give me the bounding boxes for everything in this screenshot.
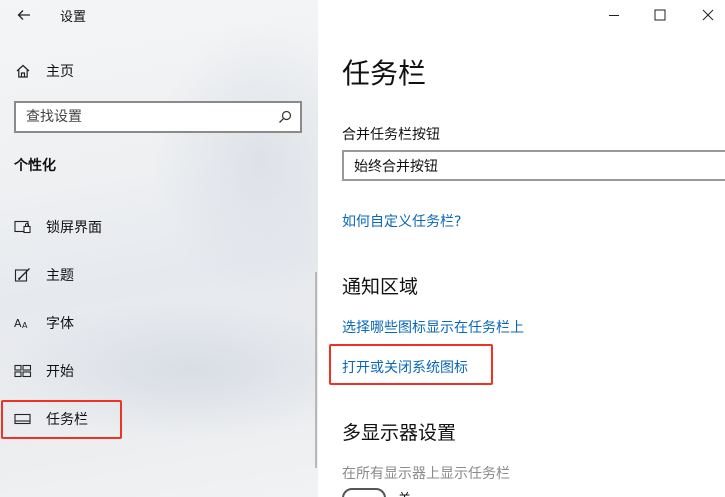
sidebar-item-taskbar[interactable]: 任务栏	[0, 401, 300, 437]
close-icon	[702, 9, 714, 21]
search-box[interactable]	[14, 101, 302, 133]
notification-area-heading: 通知区域	[342, 276, 419, 298]
maximize-icon	[654, 9, 666, 21]
sidebar-scrollbar[interactable]	[315, 272, 317, 468]
sidebar-item-theme[interactable]: 主题	[0, 257, 300, 293]
sidebar: 设置 主页 个性化	[0, 0, 318, 497]
svg-text:A: A	[22, 321, 28, 330]
show-taskbar-all-displays-label: 在所有显示器上显示任务栏	[342, 466, 510, 482]
sidebar-item-label: 字体	[46, 316, 74, 332]
nav-home-label: 主页	[46, 64, 74, 80]
app-title: 设置	[60, 10, 87, 25]
sidebar-item-lock-screen[interactable]: 锁屏界面	[0, 209, 300, 245]
minimize-button[interactable]	[594, 0, 634, 30]
page-title: 任务栏	[342, 57, 427, 90]
section-personalization: 个性化	[14, 158, 56, 174]
multi-display-heading: 多显示器设置	[342, 422, 457, 444]
svg-text:A: A	[14, 317, 22, 330]
sidebar-item-label: 锁屏界面	[46, 220, 102, 236]
sidebar-item-label: 任务栏	[46, 412, 88, 428]
select-icons-link[interactable]: 选择哪些图标显示在任务栏上	[342, 317, 524, 337]
back-button[interactable]	[12, 5, 36, 25]
search-input[interactable]	[16, 103, 270, 131]
taskbar-icon	[0, 413, 46, 425]
sidebar-item-label: 开始	[46, 364, 74, 380]
maximize-button[interactable]	[640, 0, 680, 30]
nav-home[interactable]: 主页	[0, 53, 300, 89]
combine-buttons-dropdown[interactable]: 始终合并按钮	[342, 150, 725, 181]
combine-buttons-value: 始终合并按钮	[354, 158, 438, 175]
theme-icon	[0, 267, 46, 283]
start-icon	[0, 364, 46, 378]
close-button[interactable]	[688, 0, 725, 30]
system-icons-link[interactable]: 打开或关闭系统图标	[342, 357, 468, 377]
back-arrow-icon	[17, 10, 30, 20]
customize-taskbar-link[interactable]: 如何自定义任务栏?	[342, 211, 461, 231]
toggle-state-label: 关	[398, 488, 411, 497]
search-icon[interactable]	[270, 110, 300, 124]
sidebar-item-label: 主题	[46, 268, 74, 284]
minimize-icon	[609, 15, 619, 16]
home-icon	[0, 63, 46, 79]
lock-screen-icon	[0, 220, 46, 234]
font-icon: A A	[0, 316, 46, 330]
combine-buttons-label: 合并任务栏按钮	[342, 127, 440, 143]
sidebar-item-start[interactable]: 开始	[0, 353, 300, 389]
content-pane: 任务栏 合并任务栏按钮 始终合并按钮 如何自定义任务栏? 通知区域 选择哪些图标…	[318, 0, 725, 497]
sidebar-item-fonts[interactable]: A A 字体	[0, 305, 300, 341]
show-taskbar-all-displays-toggle[interactable]	[342, 488, 386, 497]
